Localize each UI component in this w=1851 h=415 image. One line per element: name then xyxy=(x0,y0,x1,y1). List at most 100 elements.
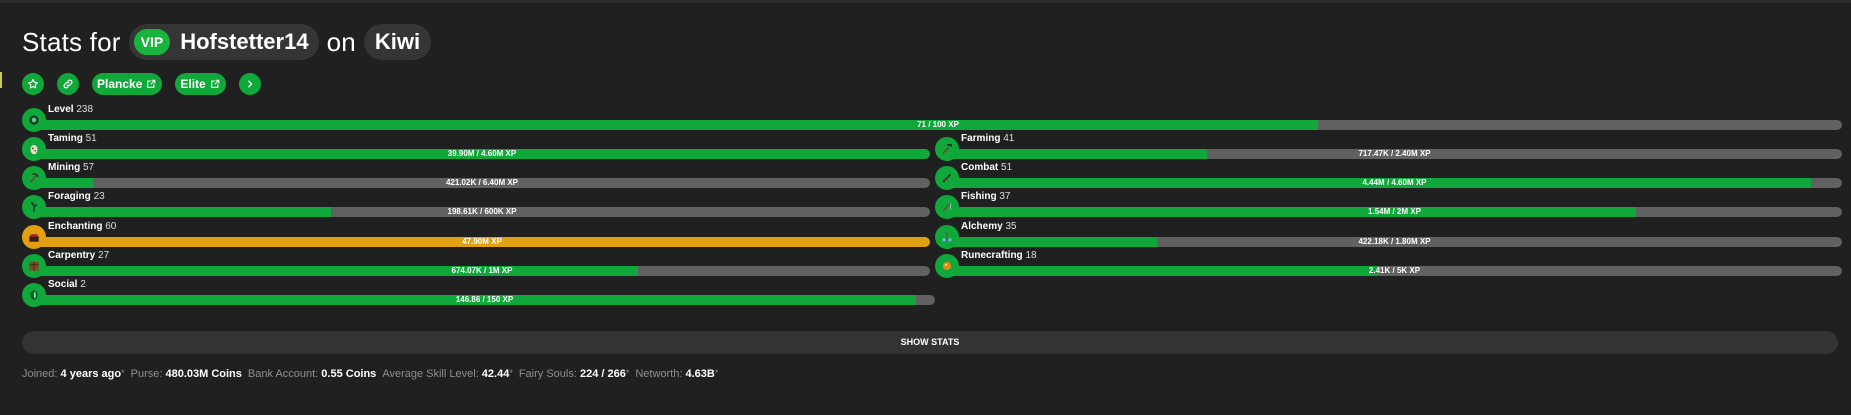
hoe-icon xyxy=(935,137,959,161)
chevron-right-icon xyxy=(247,80,253,88)
skill-progress-text: 2.41K / 5K XP xyxy=(1368,266,1421,275)
skill-progress-text: 39.90M / 4.60M XP xyxy=(447,149,517,158)
skill-name: Enchanting xyxy=(48,221,103,232)
skill-label-social: Social 2 xyxy=(48,279,86,290)
elite-label: Elite xyxy=(180,77,206,91)
level-row: Level 238 71 / 100 XP xyxy=(22,104,1842,132)
skill-row-foraging: Foraging 23 198.61K / 600K XP xyxy=(22,191,930,219)
star-icon xyxy=(28,78,38,89)
skill-progress-bar: 422.18K / 1.80M XP xyxy=(947,237,1842,247)
skill-label-combat: Combat 51 xyxy=(961,162,1012,173)
skill-label-enchanting: Enchanting 60 xyxy=(48,221,116,232)
skill-progress-text: 4.44M / 4.60M XP xyxy=(1362,178,1427,187)
toolbar: Plancke Elite xyxy=(22,73,261,95)
top-border xyxy=(0,0,1851,3)
skill-row-mining: Mining 57 421.02K / 6.40M XP xyxy=(22,162,930,190)
external-link-icon xyxy=(210,79,220,89)
vip-badge: VIP xyxy=(133,29,171,55)
skill-level: 23 xyxy=(93,191,105,202)
fairy-souls-stat: Fairy Souls: 224 / 266* xyxy=(518,368,630,380)
magma-cream-icon xyxy=(935,254,959,278)
emerald-icon xyxy=(22,283,46,307)
skill-progress-bar: 674.07K / 1M XP xyxy=(34,266,930,276)
skill-name: Fishing xyxy=(961,191,997,202)
skill-progress-text: 1.54M / 2M XP xyxy=(1368,207,1421,216)
skill-name: Alchemy xyxy=(961,221,1003,232)
skill-label-carpentry: Carpentry 27 xyxy=(48,250,109,261)
spawn-egg-icon xyxy=(22,137,46,161)
skill-progress-bar: 717.47K / 2.40M XP xyxy=(947,149,1842,159)
networth-stat: Networth: 4.63B* xyxy=(635,368,719,380)
skill-progress-bar: 47.90M XP xyxy=(34,237,930,247)
skill-level: 51 xyxy=(1001,162,1013,173)
title-joiner: on xyxy=(326,26,356,57)
skill-label-taming: Taming 51 xyxy=(48,133,97,144)
skill-level: 2 xyxy=(80,279,86,290)
page-title: Stats for VIP Hofstetter14 on Kiwi xyxy=(22,24,432,60)
skill-name: Social xyxy=(48,279,78,290)
skill-progress-text: 717.47K / 2.40M XP xyxy=(1358,149,1431,158)
player-name: Hofstetter14 xyxy=(180,29,309,54)
pickaxe-icon xyxy=(22,166,46,190)
player-pill[interactable]: VIP Hofstetter14 xyxy=(128,24,319,60)
skill-level: 57 xyxy=(83,162,95,173)
skill-row-runecrafting: Runecrafting 18 2.41K / 5K XP xyxy=(935,250,1842,278)
skill-level: 27 xyxy=(98,250,110,261)
profile-summary: Joined: 4 years ago* Purse: 480.03M Coin… xyxy=(22,368,718,380)
skill-progress-bar: 4.44M / 4.60M XP xyxy=(947,178,1842,188)
brewing-stand-icon xyxy=(935,225,959,249)
level-icon xyxy=(22,108,46,132)
show-stats-button[interactable]: SHOW STATS xyxy=(22,331,1838,354)
skill-progress-bar: 39.90M / 4.60M XP xyxy=(34,149,930,159)
skill-progress-text: 146.86 / 150 XP xyxy=(455,295,514,304)
skill-progress-bar: 421.02K / 6.40M XP xyxy=(34,178,930,188)
skill-level: 60 xyxy=(105,221,117,232)
skill-progress-bar: 146.86 / 150 XP xyxy=(34,295,935,305)
elite-link[interactable]: Elite xyxy=(175,73,226,95)
skill-name: Runecrafting xyxy=(961,250,1023,261)
skill-name: Mining xyxy=(48,162,81,173)
skill-level: 41 xyxy=(1003,133,1015,144)
skill-row-farming: Farming 41 717.47K / 2.40M XP xyxy=(935,133,1842,161)
link-icon xyxy=(63,79,73,89)
profile-pill[interactable]: Kiwi xyxy=(363,24,432,60)
skill-progress-text: 47.90M XP xyxy=(462,237,502,246)
fishing-rod-icon xyxy=(935,195,959,219)
skill-row-combat: Combat 51 4.44M / 4.60M XP xyxy=(935,162,1842,190)
sword-icon xyxy=(935,166,959,190)
skill-label-foraging: Foraging 23 xyxy=(48,191,105,202)
skill-label-mining: Mining 57 xyxy=(48,162,94,173)
title-prefix: Stats for xyxy=(22,26,121,57)
skill-label-farming: Farming 41 xyxy=(961,133,1014,144)
skill-row-taming: Taming 51 39.90M / 4.60M XP xyxy=(22,133,930,161)
favorite-button[interactable] xyxy=(22,73,44,95)
level-name: Level xyxy=(48,104,74,115)
skill-label-fishing: Fishing 37 xyxy=(961,191,1010,202)
skill-level: 35 xyxy=(1005,221,1017,232)
level-progress-text: 71 / 100 XP xyxy=(917,120,959,129)
skill-row-alchemy: Alchemy 35 422.18K / 1.80M XP xyxy=(935,221,1842,249)
skill-name: Farming xyxy=(961,133,1001,144)
skill-progress-bar: 1.54M / 2M XP xyxy=(947,207,1842,217)
sapling-icon xyxy=(22,195,46,219)
skill-row-fishing: Fishing 37 1.54M / 2M XP xyxy=(935,191,1842,219)
skill-progress-text: 674.07K / 1M XP xyxy=(451,266,513,275)
skill-progress-text: 198.61K / 600K XP xyxy=(447,207,517,216)
skill-name: Combat xyxy=(961,162,999,173)
external-link-icon xyxy=(146,79,156,89)
level-progress-bar: 71 / 100 XP xyxy=(34,120,1842,130)
bank-stat: Bank Account: 0.55 Coins xyxy=(247,368,377,380)
skill-label-runecrafting: Runecrafting 18 xyxy=(961,250,1037,261)
plancke-link[interactable]: Plancke xyxy=(92,73,163,95)
skill-progress-text: 421.02K / 6.40M XP xyxy=(445,178,519,187)
purse-stat: Purse: 480.03M Coins xyxy=(130,368,242,380)
average-skill-stat: Average Skill Level: 42.44* xyxy=(382,368,513,380)
more-links-button[interactable] xyxy=(238,73,261,95)
skill-row-social: Social 2 146.86 / 150 XP xyxy=(22,279,935,307)
skill-progress-text: 422.18K / 1.80M XP xyxy=(1358,237,1431,246)
skill-row-enchanting: Enchanting 60 47.90M XP xyxy=(22,221,930,249)
skill-progress-bar: 198.61K / 600K XP xyxy=(34,207,930,217)
skill-level: 18 xyxy=(1025,250,1037,261)
skill-level: 37 xyxy=(999,191,1011,202)
copy-link-button[interactable] xyxy=(57,73,79,95)
